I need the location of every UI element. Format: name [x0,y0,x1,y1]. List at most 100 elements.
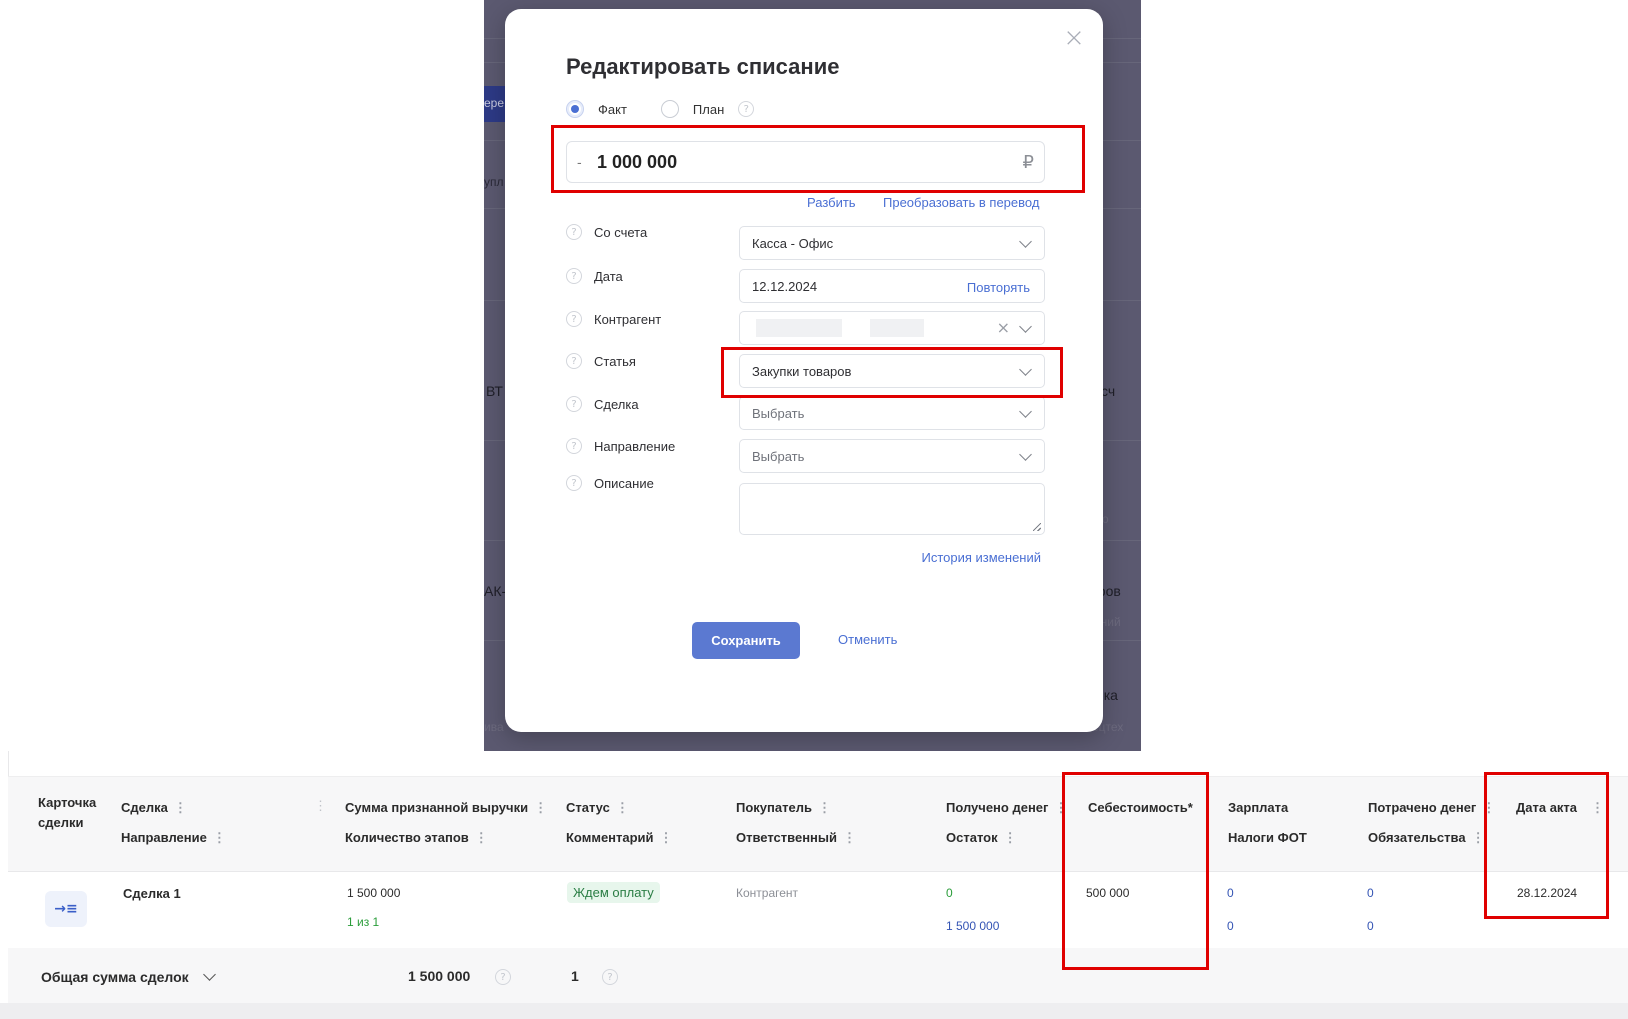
col-deal[interactable]: Сделка ⋮ [121,800,187,816]
type-radio-group: Факт План ? [566,100,755,118]
liabilities-value[interactable]: 0 [1367,919,1374,933]
edit-writeoff-modal: × Редактировать списание Факт План ? - 1… [505,9,1103,732]
column-menu-icon[interactable]: ⋮ [1472,830,1485,846]
table-row[interactable] [8,871,1628,949]
col-revenue[interactable]: Сумма признанной выручки ⋮ [345,800,547,816]
status-badge: Ждем оплату [567,882,660,903]
col-status-label: Статус [566,800,610,815]
column-menu-icon[interactable]: ⋮ [660,830,673,846]
account-select[interactable]: Касса - Офис [739,226,1045,260]
stages-value: 1 из 1 [347,915,380,929]
col-comment-label: Комментарий [566,830,654,845]
background-text: АК- [484,583,507,599]
convert-to-transfer-link[interactable]: Преобразовать в перевод [883,195,1039,210]
column-menu-icon[interactable]: ⋮ [843,830,856,846]
chevron-down-icon [1019,405,1032,418]
col-remainder[interactable]: Остаток ⋮ [946,830,1017,846]
col-received[interactable]: Получено денег ⋮ [946,800,1067,816]
radio-fact[interactable] [566,100,584,118]
payroll-tax-value[interactable]: 0 [1227,919,1234,933]
column-menu-icon[interactable]: ⋮ [1591,800,1604,816]
clear-icon[interactable]: × [997,318,1010,337]
col-act-date[interactable]: Дата акта ⋮ [1516,800,1604,816]
column-menu-icon[interactable]: ⋮ [818,800,831,816]
help-icon[interactable]: ? [566,224,582,240]
date-field[interactable]: 12.12.2024 Повторять [739,269,1045,303]
deal-label-row: ? Сделка [566,396,639,412]
col-status[interactable]: Статус ⋮ [566,800,629,816]
category-value: Закупки товаров [752,364,852,379]
help-icon[interactable]: ? [566,311,582,327]
history-link[interactable]: История изменений [921,550,1041,565]
deal-label: Сделка [594,396,639,412]
resize-handle-icon[interactable] [1033,523,1041,531]
col-comment[interactable]: Комментарий ⋮ [566,830,673,846]
col-responsible[interactable]: Ответственный ⋮ [736,830,856,846]
column-menu-icon[interactable]: ⋮ [213,830,226,846]
radio-plan[interactable] [660,100,679,118]
chevron-down-icon [1019,363,1032,376]
received-value: 0 [946,886,953,900]
help-icon[interactable]: ? [566,438,582,454]
total-count: 1 [571,968,579,984]
help-icon[interactable]: ? [566,396,582,412]
col-direction[interactable]: Направление ⋮ [121,830,226,846]
column-menu-icon[interactable]: ⋮ [1482,800,1495,816]
column-menu-icon[interactable]: ⋮ [1004,830,1017,846]
help-icon[interactable]: ? [566,475,582,491]
description-textarea[interactable] [739,483,1045,535]
date-label: Дата [594,268,623,284]
col-stages-label: Количество этапов [345,830,469,845]
col-liabilities[interactable]: Обязательства ⋮ [1368,830,1485,846]
open-card-icon[interactable]: →≡ [45,891,87,927]
act-date-value: 28.12.2024 [1517,886,1578,900]
direction-placeholder: Выбрать [752,449,805,464]
help-icon[interactable]: ? [566,353,582,369]
cancel-button[interactable]: Отменить [838,632,897,647]
redacted-value [870,319,924,337]
column-menu-icon[interactable]: ⋮ [534,800,547,816]
date-value: 12.12.2024 [752,279,818,294]
split-link[interactable]: Разбить [807,195,856,210]
date-label-row: ? Дата [566,268,623,284]
salary-value[interactable]: 0 [1227,886,1234,900]
col-deal-label: Сделка [121,800,168,815]
column-menu-icon[interactable]: ⋮ [314,798,327,814]
col-buyer[interactable]: Покупатель ⋮ [736,800,831,816]
column-menu-icon[interactable]: ⋮ [1054,800,1067,816]
amount-field[interactable]: - 1 000 000 ₽ [566,141,1045,183]
column-menu-icon[interactable]: ⋮ [475,830,488,846]
total-toggle[interactable]: Общая сумма сделок [41,967,216,985]
help-icon[interactable]: ? [602,969,618,985]
direction-label: Направление [594,438,676,454]
col-salary[interactable]: Зарплата [1228,800,1288,815]
direction-select[interactable]: Выбрать [739,439,1045,473]
spent-value[interactable]: 0 [1367,886,1374,900]
description-label: Описание [594,475,654,491]
category-select[interactable]: Закупки товаров [739,354,1045,388]
col-payroll-tax[interactable]: Налоги ФОТ [1228,830,1307,845]
account-label-row: ? Со счета [566,224,647,240]
table-total-row [8,948,1628,1003]
deal-select[interactable]: Выбрать [739,396,1045,430]
column-menu-icon[interactable]: ⋮ [616,800,629,816]
col-stages[interactable]: Количество этапов ⋮ [345,830,488,846]
col-responsible-label: Ответственный [736,830,837,845]
close-icon[interactable]: × [1063,25,1085,51]
repeat-link[interactable]: Повторять [967,280,1030,295]
buyer-value: Контрагент [736,886,799,900]
radio-fact-label: Факт [598,101,627,117]
help-icon[interactable]: ? [495,969,511,985]
remainder-value[interactable]: 1 500 000 [946,919,999,933]
column-menu-icon[interactable]: ⋮ [174,800,187,816]
col-buyer-label: Покупатель [736,800,812,815]
col-cost[interactable]: Себестоимость* [1088,800,1193,815]
help-icon[interactable]: ? [566,268,582,284]
col-spent[interactable]: Потрачено денег ⋮ [1368,800,1495,816]
deal-name[interactable]: Сделка 1 [123,886,181,901]
help-icon[interactable]: ? [738,101,755,117]
counterparty-label: Контрагент [594,311,662,327]
counterparty-select[interactable]: × [739,311,1045,345]
cost-value: 500 000 [1086,886,1130,900]
save-button[interactable]: Сохранить [692,622,800,659]
